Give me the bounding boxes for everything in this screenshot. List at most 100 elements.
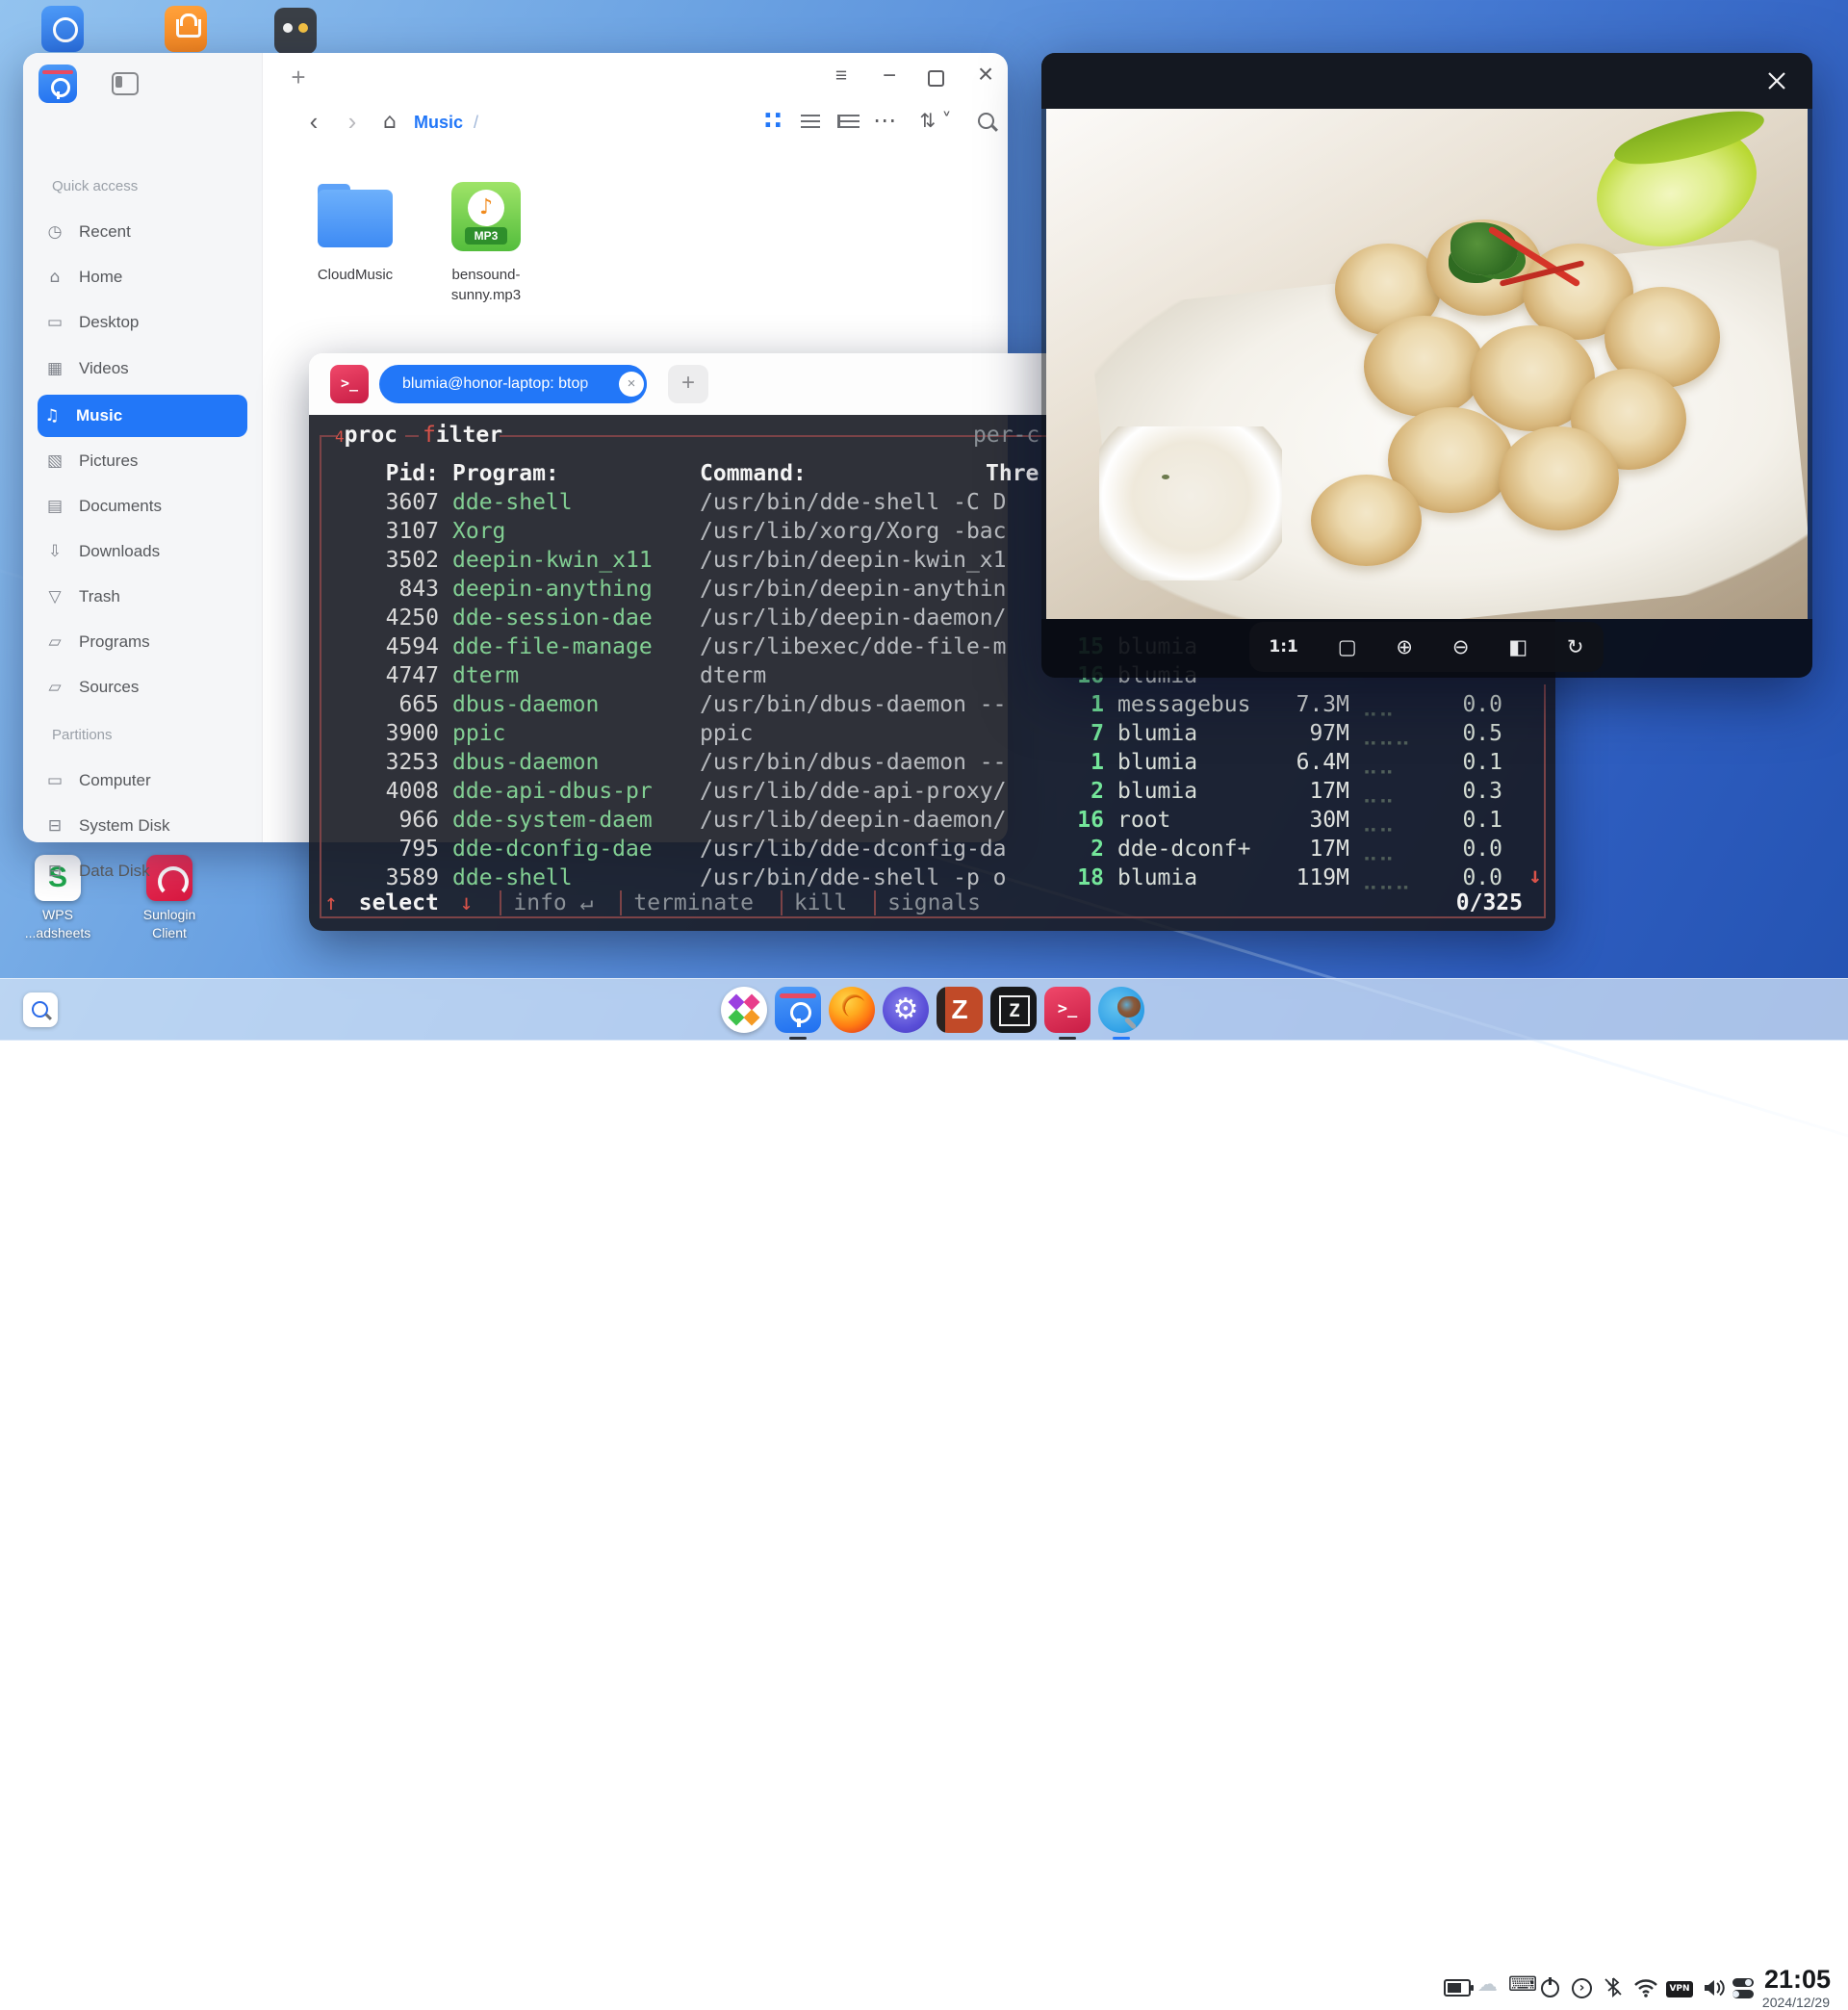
list-view-button[interactable] <box>801 115 820 128</box>
sidebar-item-pictures[interactable]: ▧ Pictures <box>40 442 244 480</box>
file-name: bensound- <box>425 265 547 285</box>
sidebar-item-programs[interactable]: ▱ Programs <box>40 623 244 661</box>
process-row[interactable]: 3107Xorg/usr/lib/xorg/Xorg -bac <box>309 517 1040 546</box>
breadcrumb-current[interactable]: Music <box>414 113 463 132</box>
btop-footer: ↑ select ↓ info ↵ terminate kill signals… <box>324 889 1540 917</box>
grid-view-button[interactable]: ∷ <box>758 107 787 136</box>
dock-item-firefox[interactable] <box>829 987 875 1033</box>
sidebar-item-home[interactable]: ⌂ Home <box>40 258 244 296</box>
dock-item-launcher[interactable] <box>721 987 767 1033</box>
menu-button[interactable]: ≡ <box>826 64 857 88</box>
select-down-key[interactable]: ↓ <box>460 890 474 915</box>
desktop-icon-app-store[interactable] <box>165 6 207 52</box>
btop-percore-control[interactable]: per-c <box>973 421 1040 450</box>
volume-icon[interactable] <box>1702 1977 1725 2003</box>
split-compare-button[interactable]: ◧ <box>1508 635 1527 658</box>
search-button[interactable] <box>978 113 994 134</box>
gear-icon: ⚙ <box>893 992 919 1026</box>
launcher-icon <box>729 994 745 1011</box>
file-manager-icon <box>790 1002 811 1023</box>
dock-search-button[interactable] <box>23 992 58 1027</box>
dock-item-editor[interactable]: Z <box>990 987 1037 1033</box>
desktop-icon-blue-app[interactable] <box>41 6 84 52</box>
sort-button[interactable]: ⇅ ˅ <box>911 109 961 132</box>
sidebar-item-label: Documents <box>79 497 162 516</box>
sidebar-item-music[interactable]: ♫ Music <box>38 395 247 437</box>
wifi-icon[interactable] <box>1633 1977 1658 2003</box>
kill-key[interactable]: kill <box>781 890 847 915</box>
power-icon[interactable] <box>1541 1979 1559 1997</box>
terminal-tab[interactable]: blumia@honor-laptop: btop <box>379 365 647 403</box>
clock-date[interactable]: 2024/12/29 <box>1743 1995 1830 2010</box>
sidebar-item-documents[interactable]: ▤ Documents <box>40 487 244 526</box>
info-key[interactable]: info ↵ <box>500 890 593 915</box>
file-item-cloudmusic[interactable]: CloudMusic <box>295 178 416 285</box>
sidebar-item-label: Data Disk <box>79 862 150 881</box>
forward-button[interactable]: › <box>341 107 364 137</box>
dock-item-zotero[interactable]: Z <box>937 987 983 1033</box>
sidebar-item-desktop[interactable]: ▭ Desktop <box>40 303 244 342</box>
expand-tray-icon[interactable]: › <box>1572 1978 1592 1998</box>
zoom-in-button[interactable]: ⊕ <box>1396 635 1413 658</box>
image-viewer-toolbar: 1:1 ▢ ⊕ ⊖ ◧ ↻ <box>1249 622 1604 672</box>
new-tab-button[interactable]: + <box>281 61 316 95</box>
terminal-prompt-icon: >_ <box>1058 999 1077 1018</box>
sidebar-item-videos[interactable]: ▦ Videos <box>40 349 244 388</box>
home-breadcrumb-icon[interactable]: ⌂ <box>377 110 402 134</box>
sidebar-item-label: Pictures <box>79 451 138 471</box>
sidebar-item-label: Home <box>79 268 122 287</box>
close-icon[interactable] <box>1764 68 1789 93</box>
sidebar-item-downloads[interactable]: ⇩ Downloads <box>40 532 244 571</box>
sidebar-item-sources[interactable]: ▱ Sources <box>40 668 244 707</box>
zotero-z-icon: Z <box>951 994 967 1024</box>
sidebar-item-system-disk[interactable]: ⊟ System Disk <box>40 807 244 845</box>
breadcrumb[interactable]: Music / <box>414 113 478 133</box>
dock-item-camera[interactable] <box>1098 987 1144 1033</box>
sidebar-item-trash[interactable]: ▽ Trash <box>40 578 244 616</box>
battery-icon[interactable] <box>1444 1979 1471 1997</box>
zoom-1-1-button[interactable]: 1:1 <box>1269 637 1297 657</box>
desktop-icon-group-app[interactable] <box>274 8 317 54</box>
process-row[interactable]: 843deepin-anything/usr/bin/deepin-anythi… <box>309 575 1040 604</box>
signals-key[interactable]: signals <box>874 890 981 915</box>
terminal-new-tab-button[interactable]: + <box>668 365 708 403</box>
image-viewer-titlebar[interactable] <box>1041 53 1812 109</box>
keyboard-layout-icon[interactable]: ⌨ <box>1508 1972 1537 1996</box>
sidebar-item-computer[interactable]: ▭ Computer <box>40 761 244 800</box>
process-row[interactable]: 4250dde-session-dae/usr/lib/deepin-daemo… <box>309 604 1040 632</box>
app-glyph <box>53 17 78 42</box>
rotate-button[interactable]: ↻ <box>1567 635 1584 658</box>
sidebar-toggle-icon[interactable] <box>112 72 139 95</box>
dock-item-file-manager[interactable] <box>775 987 821 1033</box>
sidebar-item-label: Sources <box>79 678 139 697</box>
zoom-out-button[interactable]: ⊖ <box>1452 635 1470 658</box>
photo-calamari[interactable] <box>1046 109 1808 619</box>
tree-view-button[interactable] <box>837 115 860 128</box>
sidebar-item-data-disk[interactable]: ⊟ Data Disk <box>40 852 244 890</box>
file-item-mp3[interactable]: ♪ MP3 bensound- sunny.mp3 <box>425 172 547 305</box>
select-up-key[interactable]: ↑ <box>324 890 338 915</box>
clock-time[interactable]: 21:05 <box>1764 1965 1830 1995</box>
dock-item-control-center[interactable]: ⚙ <box>883 987 929 1033</box>
process-row[interactable]: 3502deepin-kwin_x11/usr/bin/deepin-kwin_… <box>309 546 1040 575</box>
close-button[interactable]: × <box>970 59 1001 90</box>
terminate-key[interactable]: terminate <box>620 890 754 915</box>
select-label: select <box>359 890 439 915</box>
fit-window-button[interactable]: ▢ <box>1338 635 1357 658</box>
dock-item-terminal[interactable]: >_ <box>1044 987 1091 1033</box>
back-button[interactable]: ‹ <box>302 107 325 137</box>
btop-filter-control[interactable]: filter <box>423 421 502 450</box>
scroll-down-indicator[interactable]: ↓ <box>1528 863 1542 889</box>
process-row[interactable]: 3607dde-shell/usr/bin/dde-shell -C D <box>309 488 1040 517</box>
cloud-sync-icon[interactable]: ☁ <box>1477 1972 1498 1996</box>
breadcrumb-separator: / <box>474 113 478 132</box>
more-view-button[interactable]: ⋯ <box>870 107 899 135</box>
tab-close-button[interactable]: × <box>619 372 644 397</box>
dock: ⚙ Z Z >_ ☁ ⌨ › <box>0 978 1848 1041</box>
editor-icon: Z <box>999 995 1030 1026</box>
minimize-button[interactable]: − <box>874 63 905 90</box>
sidebar-item-recent[interactable]: ◷ Recent <box>40 213 244 251</box>
maximize-button[interactable] <box>928 70 944 87</box>
bluetooth-off-icon[interactable] <box>1603 1976 1624 2002</box>
vpn-icon[interactable]: VPN <box>1666 1981 1693 1997</box>
